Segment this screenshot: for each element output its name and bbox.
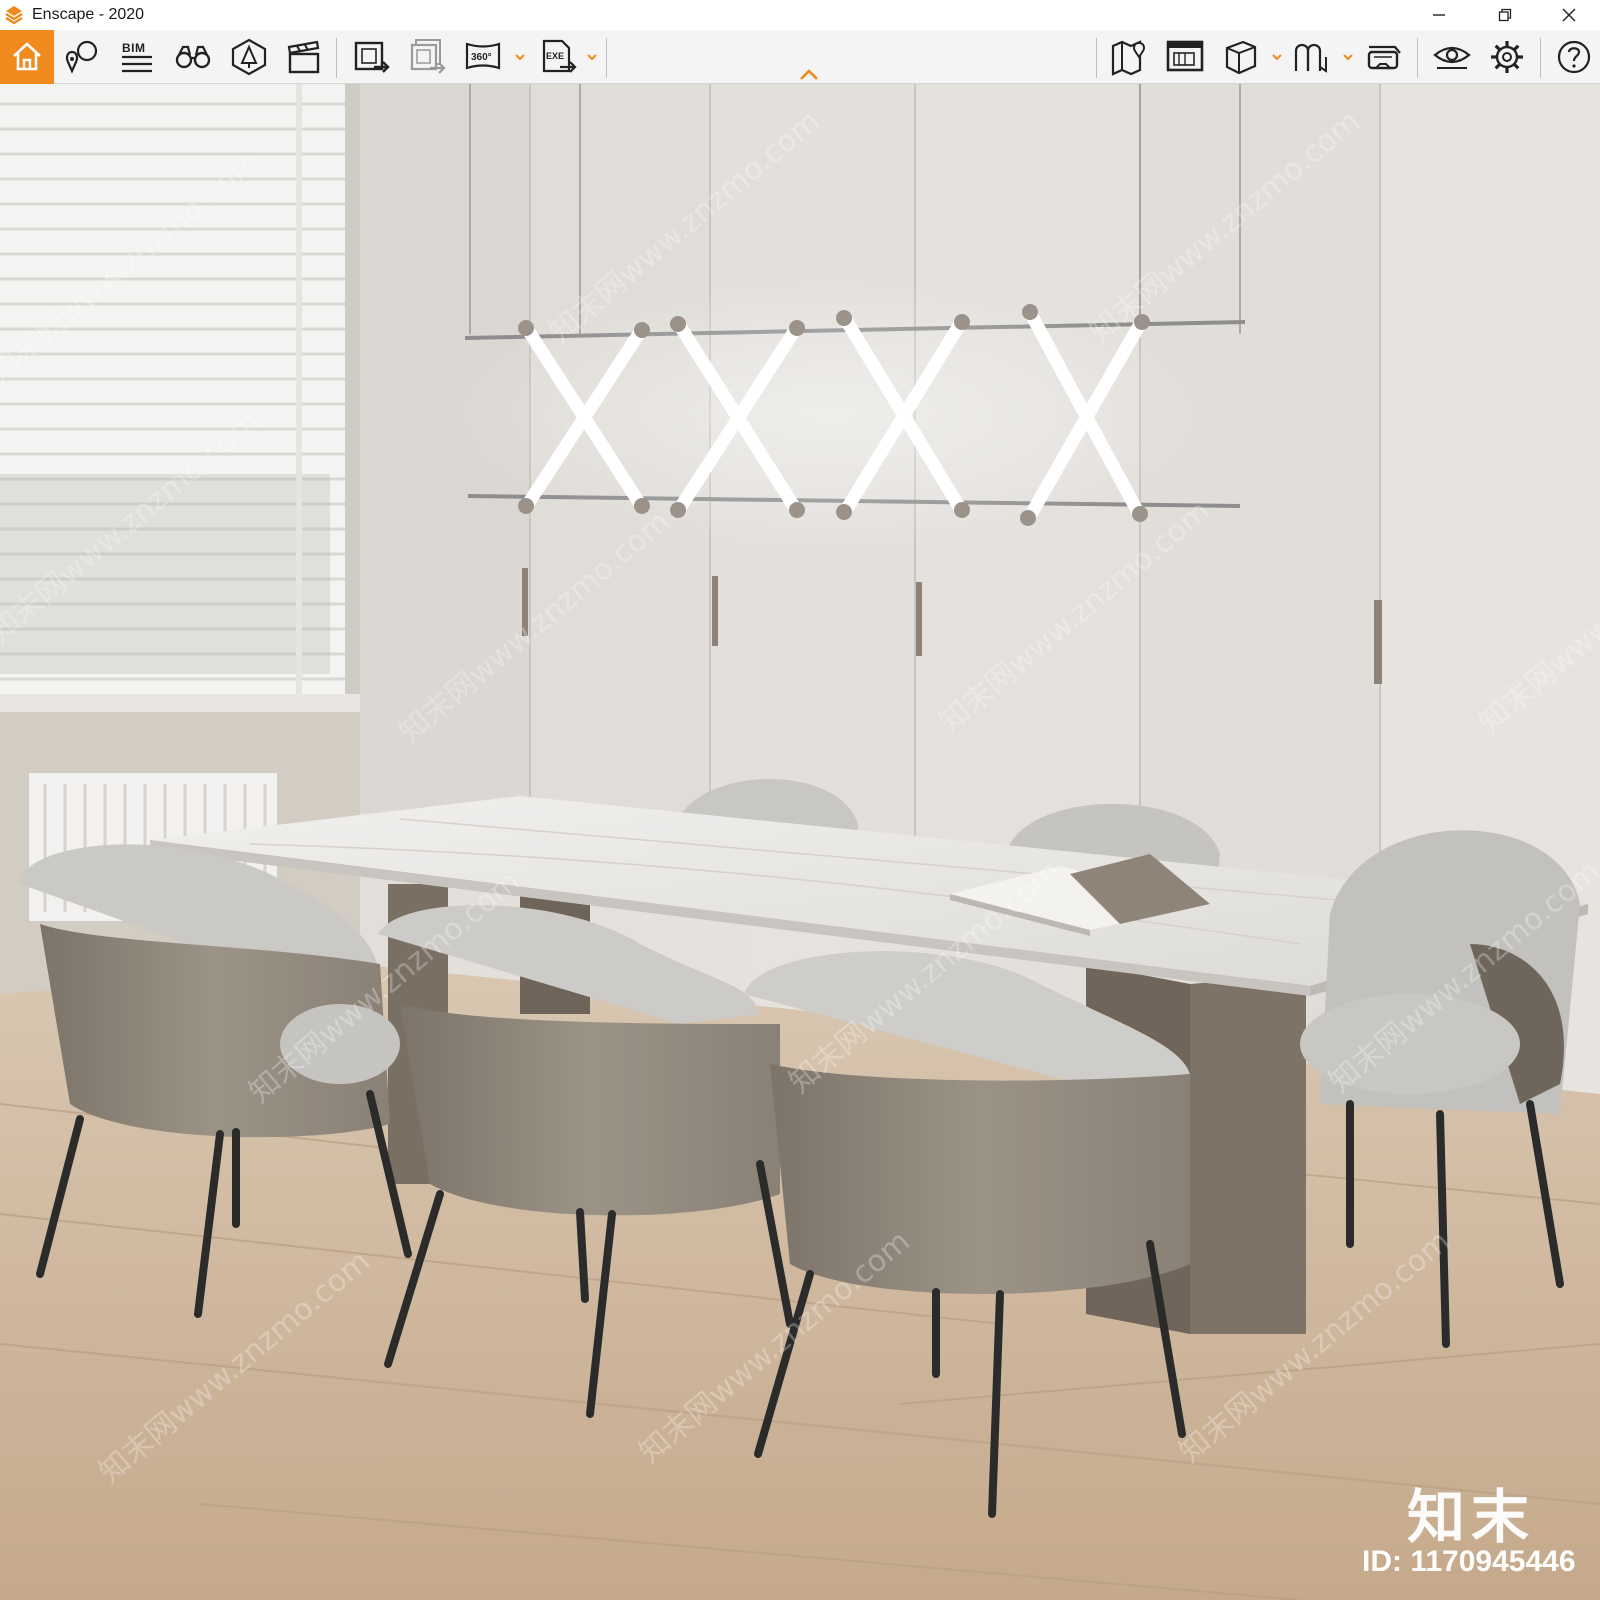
visibility-button[interactable]: [1428, 33, 1476, 81]
toolbar-separator: [336, 38, 337, 78]
close-icon: [1562, 8, 1576, 22]
home-icon: [13, 42, 41, 71]
enscape-toolbar: BIM 360° EXE: [0, 30, 1600, 84]
collapse-toolbar-icon[interactable]: [798, 68, 820, 82]
close-button[interactable]: [1546, 0, 1592, 30]
render-image-icon: [354, 41, 390, 73]
render-image-button[interactable]: [348, 33, 396, 81]
render-viewport[interactable]: 知末网www.znzmo.com 知末网www.znzmo.com 知末网www…: [0, 84, 1600, 1600]
batch-render-icon: [410, 39, 446, 74]
exe-badge: EXE: [546, 51, 564, 61]
toolbar-separator: [1540, 38, 1541, 78]
minimize-icon: [1433, 14, 1445, 16]
toolbar-separator: [606, 38, 607, 78]
map-pin-icon: [1111, 40, 1145, 76]
panorama-badge: 360°: [471, 52, 492, 63]
minimize-button[interactable]: [1416, 0, 1462, 30]
watermark-logo: 知末: [1407, 1483, 1536, 1551]
settings-button[interactable]: [1483, 33, 1531, 81]
eye-icon: [1433, 46, 1471, 69]
location-pin-icon: [65, 40, 98, 74]
dining-room-render: 知末网www.znzmo.com 知末网www.znzmo.com 知末网www…: [0, 84, 1600, 1600]
gear-icon: [1491, 41, 1523, 73]
binoculars-icon: [175, 45, 211, 69]
bim-label: BIM: [122, 41, 146, 55]
clapperboard-icon: [287, 40, 320, 74]
vr-headset-icon: [1367, 45, 1401, 70]
chevron-down-icon[interactable]: [1341, 50, 1355, 64]
export-exe-button[interactable]: EXE: [534, 33, 582, 81]
help-icon: [1557, 40, 1591, 74]
window-title: Enscape - 2020: [32, 6, 145, 23]
views-button[interactable]: [58, 33, 106, 81]
chevron-down-icon[interactable]: [1270, 50, 1284, 64]
chevron-down-icon[interactable]: [513, 50, 527, 64]
help-button[interactable]: [1550, 33, 1598, 81]
visual-settings-button[interactable]: [1161, 33, 1209, 81]
bim-button[interactable]: BIM: [112, 33, 160, 81]
home-button[interactable]: [0, 30, 54, 84]
watermark-id: ID: 1170945446: [1362, 1545, 1576, 1578]
export-exe-icon: EXE: [542, 39, 577, 73]
collaboration-button[interactable]: [1288, 33, 1336, 81]
screen-settings-icon: [1166, 40, 1204, 72]
restore-button[interactable]: [1482, 0, 1528, 30]
cube-icon: [1225, 40, 1257, 75]
toolbar-separator: [1096, 38, 1097, 78]
double-arch-icon: [1294, 43, 1327, 73]
chevron-down-icon[interactable]: [585, 50, 599, 64]
title-bar: Enscape - 2020: [0, 0, 1600, 30]
tree-asset-icon: [231, 38, 267, 76]
restore-icon: [1498, 8, 1512, 22]
assets-button[interactable]: [225, 33, 273, 81]
enscape-logo-icon: [5, 6, 23, 25]
batch-render-button[interactable]: [404, 33, 452, 81]
vr-headset-button[interactable]: [1360, 33, 1408, 81]
walk-mode-button[interactable]: [169, 33, 217, 81]
video-editor-button[interactable]: [280, 33, 328, 81]
map-button[interactable]: [1105, 33, 1153, 81]
panorama-360-icon: 360°: [465, 42, 501, 70]
cube-view-button[interactable]: [1217, 33, 1265, 81]
toolbar-separator: [1417, 38, 1418, 78]
panorama-button[interactable]: 360°: [460, 33, 508, 81]
